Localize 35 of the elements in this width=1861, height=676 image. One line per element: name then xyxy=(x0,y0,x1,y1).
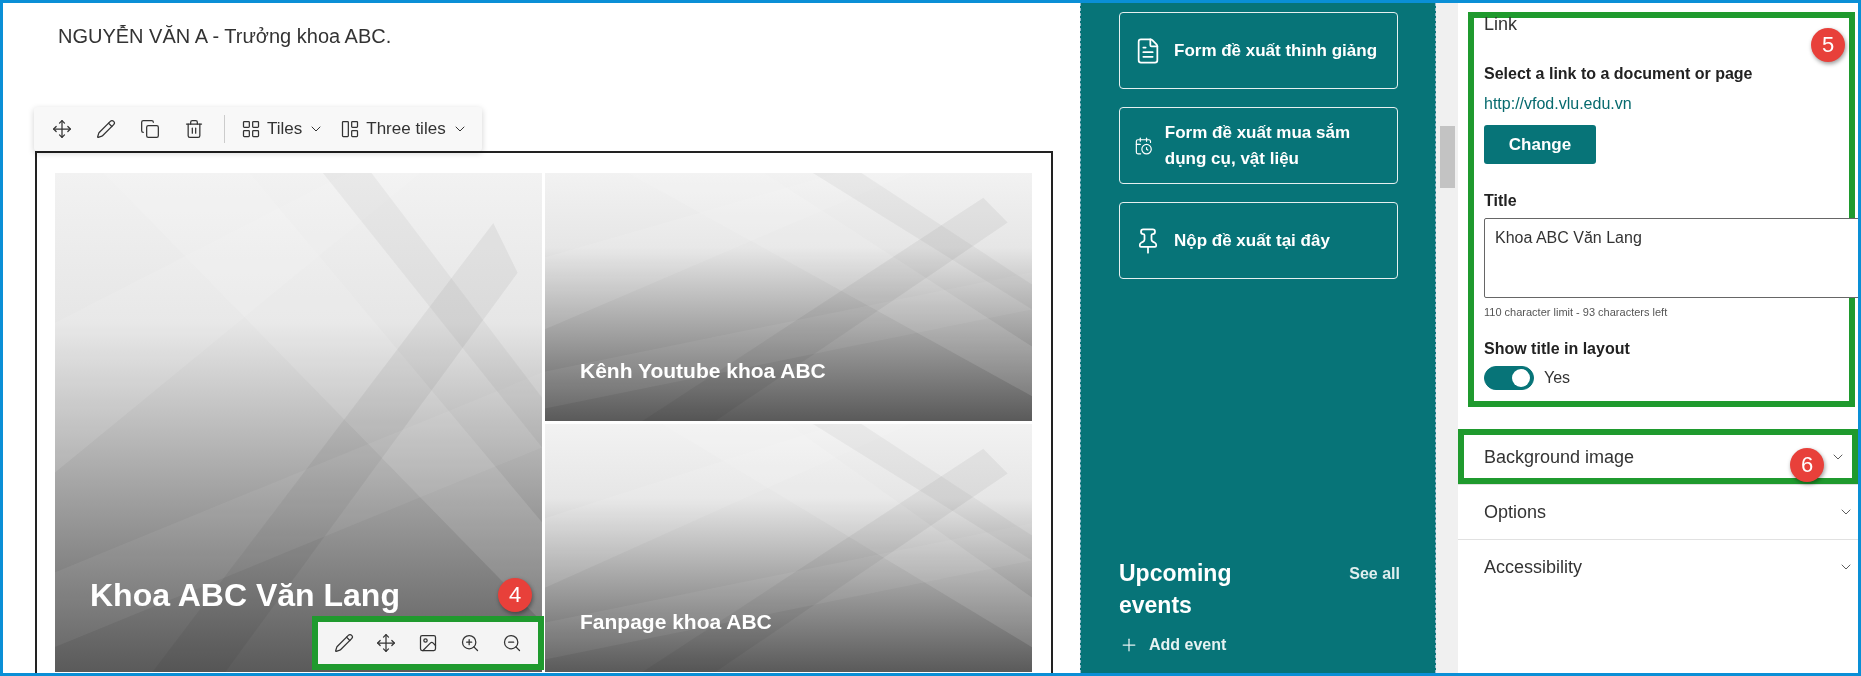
quick-link-button[interactable]: Form đề xuất thỉnh giảng xyxy=(1119,12,1398,89)
layout-icon xyxy=(340,119,361,139)
callout-badge: 5 xyxy=(1811,28,1845,62)
image-icon xyxy=(418,633,438,653)
title-field[interactable]: Khoa ABC Văn Lang xyxy=(1484,218,1858,298)
quick-link-button[interactable]: Form đề xuất mua sắm dụng cụ, vật liệu xyxy=(1119,107,1398,184)
field-label: Show title in layout xyxy=(1484,340,1631,358)
character-limit-note: 110 character limit - 93 characters left xyxy=(1484,306,1669,318)
scrollbar-thumb[interactable] xyxy=(1439,126,1455,188)
change-button[interactable]: Change xyxy=(1484,125,1596,164)
section-header: Link xyxy=(1484,14,1519,35)
add-event-button[interactable]: Add event xyxy=(1119,635,1227,655)
field-label: Title xyxy=(1484,192,1518,210)
field-label: Select a link to a document or page xyxy=(1484,65,1754,83)
page-heading: NGUYỄN VĂN A - Trưởng khoa ABC. xyxy=(57,24,393,49)
link-tile[interactable]: Kênh Youtube khoa ABC xyxy=(545,173,1032,421)
layout-dropdown[interactable]: Tiles xyxy=(235,111,331,147)
toggle-state: Yes xyxy=(1544,369,1571,387)
trash-icon xyxy=(184,119,204,139)
link-tile[interactable]: Khoa ABC Văn Lang 4 xyxy=(55,173,542,672)
toggle-switch[interactable] xyxy=(1484,366,1534,390)
copy-icon xyxy=(140,119,160,139)
move-icon xyxy=(376,633,396,653)
move-icon xyxy=(52,119,72,139)
zoom-in-icon xyxy=(460,633,480,653)
layout-dropdown[interactable]: Three tiles xyxy=(334,111,474,147)
events-title: Upcoming events xyxy=(1119,558,1233,620)
pencil-icon xyxy=(96,119,116,139)
url-link[interactable]: http://vfod.vlu.edu.vn xyxy=(1484,95,1849,113)
see-all-link[interactable]: See all xyxy=(1349,564,1400,583)
grid-icon xyxy=(241,119,261,139)
link-tile[interactable]: Fanpage khoa ABC xyxy=(545,424,1032,672)
zoom-out-icon xyxy=(502,633,522,653)
pencil-icon xyxy=(334,633,354,653)
quick-link-button[interactable]: Nộp đề xuất tại đây xyxy=(1119,202,1398,279)
